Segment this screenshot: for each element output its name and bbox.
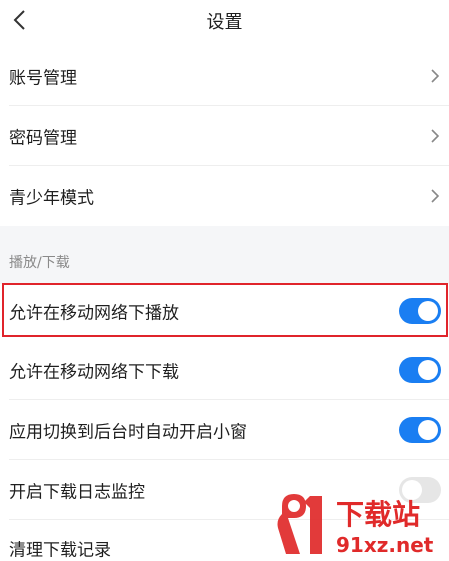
row-label: 账号管理 bbox=[9, 68, 77, 89]
page-title: 设置 bbox=[206, 12, 243, 33]
row-allow-mobile-download[interactable]: 允许在移动网络下下载 bbox=[0, 340, 449, 400]
row-password-management[interactable]: 密码管理 bbox=[0, 106, 449, 166]
row-allow-mobile-playback[interactable]: 允许在移动网络下播放 bbox=[0, 284, 449, 338]
row-label: 青少年模式 bbox=[9, 188, 94, 209]
row-label: 允许在移动网络下播放 bbox=[9, 303, 179, 324]
row-label: 密码管理 bbox=[9, 128, 77, 149]
row-label: 清理下载记录 bbox=[9, 540, 111, 561]
row-label: 开启下载日志监控 bbox=[9, 482, 145, 503]
toggle-knob bbox=[418, 360, 438, 380]
playback-toggle[interactable] bbox=[399, 298, 441, 324]
row-label: 允许在移动网络下下载 bbox=[9, 362, 179, 383]
watermark-logo: 下载站 91xz.net bbox=[277, 494, 434, 557]
chevron-right-icon bbox=[431, 189, 440, 203]
toggle-knob bbox=[418, 420, 438, 440]
section-title: 播放/下载 bbox=[9, 255, 70, 271]
row-auto-mini-window[interactable]: 应用切换到后台时自动开启小窗 bbox=[0, 400, 449, 460]
header-bar: 设置 bbox=[0, 0, 449, 44]
toggle-knob bbox=[418, 301, 438, 321]
row-account-management[interactable]: 账号管理 bbox=[0, 46, 449, 106]
row-label: 应用切换到后台时自动开启小窗 bbox=[9, 422, 247, 443]
download-toggle[interactable] bbox=[399, 357, 441, 383]
watermark-url: 91xz.net bbox=[336, 533, 434, 557]
watermark-title: 下载站 bbox=[336, 498, 420, 531]
chevron-right-icon bbox=[431, 129, 440, 143]
mini-window-toggle[interactable] bbox=[399, 417, 441, 443]
chevron-right-icon bbox=[431, 69, 440, 83]
row-teen-mode[interactable]: 青少年模式 bbox=[0, 166, 449, 226]
